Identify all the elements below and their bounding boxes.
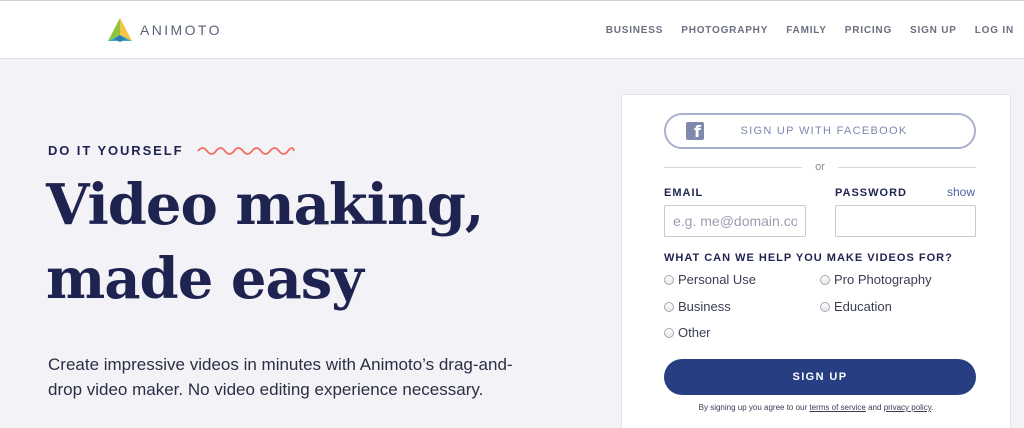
radio-button[interactable] bbox=[664, 274, 674, 285]
hero-kicker: DO IT YOURSELF bbox=[48, 143, 296, 158]
terms-suffix: . bbox=[931, 403, 934, 412]
nav-photography[interactable]: PHOTOGRAPHY bbox=[681, 25, 768, 36]
nav-family[interactable]: FAMILY bbox=[786, 25, 827, 36]
nav-log-in[interactable]: LOG IN bbox=[975, 25, 1014, 36]
terms-of-service-link[interactable]: terms of service bbox=[809, 403, 865, 412]
facebook-signup-button[interactable]: f SIGN UP WITH FACEBOOK bbox=[664, 113, 976, 149]
radio-button[interactable] bbox=[664, 301, 674, 312]
privacy-policy-link[interactable]: privacy policy bbox=[884, 403, 931, 412]
terms-notice: By signing up you agree to our terms of … bbox=[622, 403, 1010, 412]
facebook-icon: f bbox=[686, 122, 704, 140]
signup-panel: f SIGN UP WITH FACEBOOK or EMAIL PASSWOR… bbox=[621, 94, 1011, 428]
brand-logo[interactable]: ANIMOTO bbox=[106, 17, 222, 43]
radio-education[interactable]: Education bbox=[820, 299, 892, 314]
video-purpose-question: WHAT CAN WE HELP YOU MAKE VIDEOS FOR? bbox=[664, 252, 953, 264]
nav-pricing[interactable]: PRICING bbox=[845, 25, 892, 36]
radio-other[interactable]: Other bbox=[664, 325, 711, 340]
main-nav: BUSINESS PHOTOGRAPHY FAMILY PRICING SIGN… bbox=[588, 25, 1014, 36]
radio-personal-use[interactable]: Personal Use bbox=[664, 272, 756, 287]
radio-label: Personal Use bbox=[678, 272, 757, 287]
facebook-signup-label: SIGN UP WITH FACEBOOK bbox=[740, 125, 908, 137]
radio-business[interactable]: Business bbox=[664, 299, 731, 314]
headline-line-1: Video making, bbox=[46, 172, 484, 238]
terms-and: and bbox=[868, 403, 882, 412]
or-divider: or bbox=[664, 161, 976, 177]
nav-sign-up[interactable]: SIGN UP bbox=[910, 25, 957, 36]
radio-label: Pro Photography bbox=[834, 272, 932, 287]
radio-label: Business bbox=[678, 299, 731, 314]
email-field[interactable] bbox=[664, 205, 806, 237]
radio-pro-photography[interactable]: Pro Photography bbox=[820, 272, 932, 287]
email-label: EMAIL bbox=[664, 187, 704, 199]
password-label: PASSWORD bbox=[835, 187, 907, 199]
nav-business[interactable]: BUSINESS bbox=[606, 25, 664, 36]
password-field[interactable] bbox=[835, 205, 976, 237]
divider-line-right bbox=[838, 167, 976, 168]
show-password-link[interactable]: show bbox=[947, 185, 975, 199]
hero-headline: Video making, made easy bbox=[46, 168, 484, 316]
radio-label: Other bbox=[678, 325, 711, 340]
terms-prefix: By signing up you agree to our bbox=[698, 403, 808, 412]
radio-button[interactable] bbox=[664, 327, 674, 338]
sign-up-button[interactable]: SIGN UP bbox=[664, 359, 976, 395]
top-navigation-bar: ANIMOTO BUSINESS PHOTOGRAPHY FAMILY PRIC… bbox=[0, 0, 1024, 59]
radio-button[interactable] bbox=[820, 301, 830, 312]
radio-label: Education bbox=[834, 299, 892, 314]
animoto-prism-icon bbox=[108, 18, 132, 42]
hero-subtext: Create impressive videos in minutes with… bbox=[48, 355, 513, 399]
radio-button[interactable] bbox=[820, 274, 830, 285]
brand-name: ANIMOTO bbox=[140, 22, 222, 38]
kicker-text: DO IT YOURSELF bbox=[48, 143, 184, 158]
headline-line-2: made easy bbox=[46, 246, 364, 312]
squiggle-decoration-icon bbox=[197, 146, 296, 155]
